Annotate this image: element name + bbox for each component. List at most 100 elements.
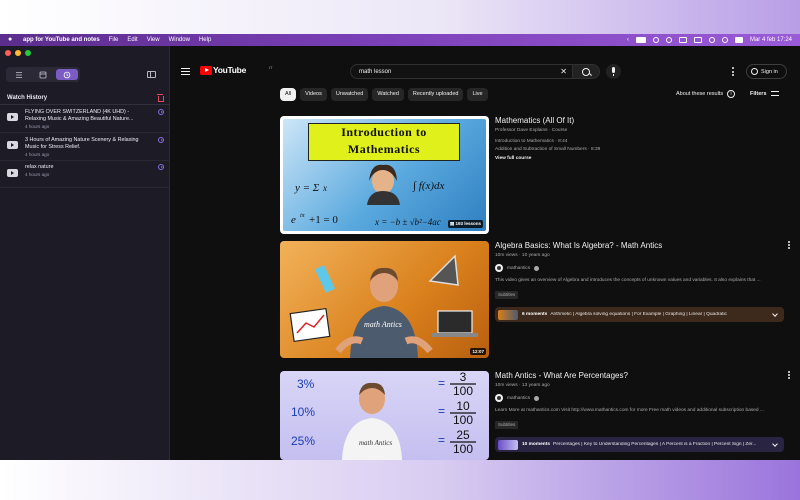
channel-name[interactable]: mathantics xyxy=(507,266,530,271)
menu-app-name[interactable]: app for YouTube and notes xyxy=(23,37,100,43)
sidebar-view-switcher xyxy=(6,67,80,82)
thumb-pct-3: 25% xyxy=(291,434,315,448)
result-meta: 10m views · 13 years ago xyxy=(495,383,550,388)
youtube-logo[interactable]: YouTube IT xyxy=(200,65,273,75)
wifi-icon[interactable] xyxy=(652,37,659,43)
list-view-button[interactable] xyxy=(8,69,30,80)
course-lesson[interactable]: Introduction to Mathematics · 8:44 xyxy=(495,138,785,146)
thumbnail-frame: Introduction to Mathematics y = Σ x ∫ f(… xyxy=(283,119,486,231)
result-title[interactable]: Algebra Basics: What Is Algebra? - Math … xyxy=(495,241,785,251)
about-results-button[interactable]: About these results i xyxy=(676,90,736,98)
info-icon: i xyxy=(727,90,736,98)
history-item[interactable]: 3 Hours of Amazing Nature Scenery & Rela… xyxy=(0,134,170,161)
svg-text:x: x xyxy=(322,183,327,193)
display-icon[interactable] xyxy=(678,37,687,43)
chip-recently-uploaded[interactable]: Recently uploaded xyxy=(407,88,464,101)
verified-icon xyxy=(534,395,540,401)
history-item-title: relax nature xyxy=(25,164,54,170)
channel-avatar[interactable] xyxy=(495,394,503,402)
filters-button[interactable]: Filters xyxy=(750,90,779,97)
hamburger-menu-icon[interactable] xyxy=(181,68,190,75)
menu-window[interactable]: Window xyxy=(169,37,190,43)
channel-name[interactable]: mathantics xyxy=(507,396,530,401)
about-results-label: About these results xyxy=(676,91,724,97)
menu-view[interactable]: View xyxy=(147,37,160,43)
airplay-icon[interactable] xyxy=(693,37,702,43)
thumb-num-1: 3 xyxy=(460,371,467,384)
minimize-window-button[interactable] xyxy=(15,50,21,56)
result-title[interactable]: Mathematics (All Of It) xyxy=(495,116,785,126)
channel-avatar[interactable] xyxy=(495,264,503,272)
result-meta[interactable]: Professor Dave Explains · Course xyxy=(495,128,785,133)
search-result: Introduction to Mathematics y = Σ x ∫ f(… xyxy=(280,116,790,234)
history-item-time: 4 hours ago xyxy=(25,152,50,157)
chip-watched[interactable]: Watched xyxy=(372,88,404,101)
chip-live[interactable]: Live xyxy=(467,88,488,101)
moments-count: 10 moments xyxy=(522,442,550,447)
focus-icon[interactable] xyxy=(665,37,672,43)
search-input[interactable]: math lesson ✕ xyxy=(350,64,573,79)
thumbnail-heading-box: Introduction to Mathematics xyxy=(308,123,460,161)
view-full-course-link[interactable]: View full course xyxy=(495,156,785,161)
subtitles-badge: Subtitles xyxy=(495,420,519,429)
search-result: 3% 10% 25% = = = 3 100 10 100 25 100 mat… xyxy=(280,371,790,460)
watch-history-header: Watch History xyxy=(0,91,170,105)
menu-edit[interactable]: Edit xyxy=(127,37,137,43)
youtube-logo-text: YouTube xyxy=(213,65,246,75)
youtube-main: YouTube IT math lesson ✕ Sign in All Vid… xyxy=(171,46,800,460)
thumbnail-heading-line-2: Mathematics xyxy=(347,142,421,156)
key-moments-bar[interactable]: 10 moments Percentages | Key to Understa… xyxy=(495,437,784,452)
search-button[interactable] xyxy=(572,64,600,79)
battery-icon[interactable] xyxy=(635,37,646,43)
trash-icon[interactable] xyxy=(157,94,164,102)
video-play-icon xyxy=(7,141,18,149)
chip-videos[interactable]: Videos xyxy=(300,88,327,101)
channel-link[interactable]: mathantics xyxy=(495,394,785,402)
history-view-button[interactable] xyxy=(56,69,78,80)
apple-icon[interactable]: ● xyxy=(8,36,16,44)
menubar-datetime[interactable]: Mar 4 feb 17:24 xyxy=(750,37,792,43)
sidebar-toggle-icon[interactable] xyxy=(147,71,156,78)
key-moments-bar[interactable]: 6 moments Arithmetic | Algebra solving e… xyxy=(495,307,784,322)
channel-link[interactable]: mathantics xyxy=(495,264,785,272)
sign-in-label: Sign in xyxy=(761,68,778,75)
history-item-title: FLYING OVER SWITZERLAND (4K UHD) - Relax… xyxy=(25,109,134,122)
play-circle-icon[interactable] xyxy=(158,164,164,170)
video-thumbnail[interactable]: math Antics 12:07 xyxy=(280,241,489,358)
result-more-icon[interactable] xyxy=(788,241,790,251)
video-thumbnail[interactable]: Introduction to Mathematics y = Σ x ∫ f(… xyxy=(280,116,489,234)
menu-help[interactable]: Help xyxy=(199,37,211,43)
zoom-window-button[interactable] xyxy=(25,50,31,56)
history-icon xyxy=(63,71,71,78)
chip-all[interactable]: All xyxy=(280,88,297,101)
result-more-icon[interactable] xyxy=(788,371,790,381)
close-window-button[interactable] xyxy=(5,50,11,56)
result-info: Math Antics - What Are Percentages? 10m … xyxy=(495,371,785,452)
thumbnail-heading-line-1: Introduction to xyxy=(341,125,427,139)
svg-text:∫ f(x)dx: ∫ f(x)dx xyxy=(412,180,445,192)
play-circle-icon[interactable] xyxy=(158,109,164,115)
play-circle-icon[interactable] xyxy=(158,137,164,143)
window-controls xyxy=(5,50,31,56)
control-center-icon[interactable] xyxy=(734,37,743,43)
menu-file[interactable]: File xyxy=(109,37,119,43)
video-thumbnail[interactable]: 3% 10% 25% = = = 3 100 10 100 25 100 mat… xyxy=(280,371,489,460)
clear-search-icon[interactable]: ✕ xyxy=(560,67,567,77)
more-options-icon[interactable] xyxy=(732,67,734,76)
siri-icon[interactable] xyxy=(721,37,728,43)
lessons-badge: ▤ 193 lessons xyxy=(447,220,483,228)
microphone-icon[interactable] xyxy=(606,64,621,79)
history-item[interactable]: relax nature 4 hours ago xyxy=(0,161,170,188)
result-title[interactable]: Math Antics - What Are Percentages? xyxy=(495,371,785,381)
notes-icon xyxy=(39,71,47,78)
chevron-left-icon[interactable]: ‹ xyxy=(627,37,629,43)
notes-view-button[interactable] xyxy=(32,69,54,80)
moments-thumbnail xyxy=(498,439,518,450)
search-icon[interactable] xyxy=(708,37,715,43)
course-lesson[interactable]: Addition and Subtraction of Small Number… xyxy=(495,146,785,154)
sign-in-button[interactable]: Sign in xyxy=(746,64,787,79)
history-item[interactable]: FLYING OVER SWITZERLAND (4K UHD) - Relax… xyxy=(0,106,170,133)
thumb-num-3: 25 xyxy=(456,428,470,442)
search-query: math lesson xyxy=(359,68,392,75)
chip-unwatched[interactable]: Unwatched xyxy=(330,88,369,101)
